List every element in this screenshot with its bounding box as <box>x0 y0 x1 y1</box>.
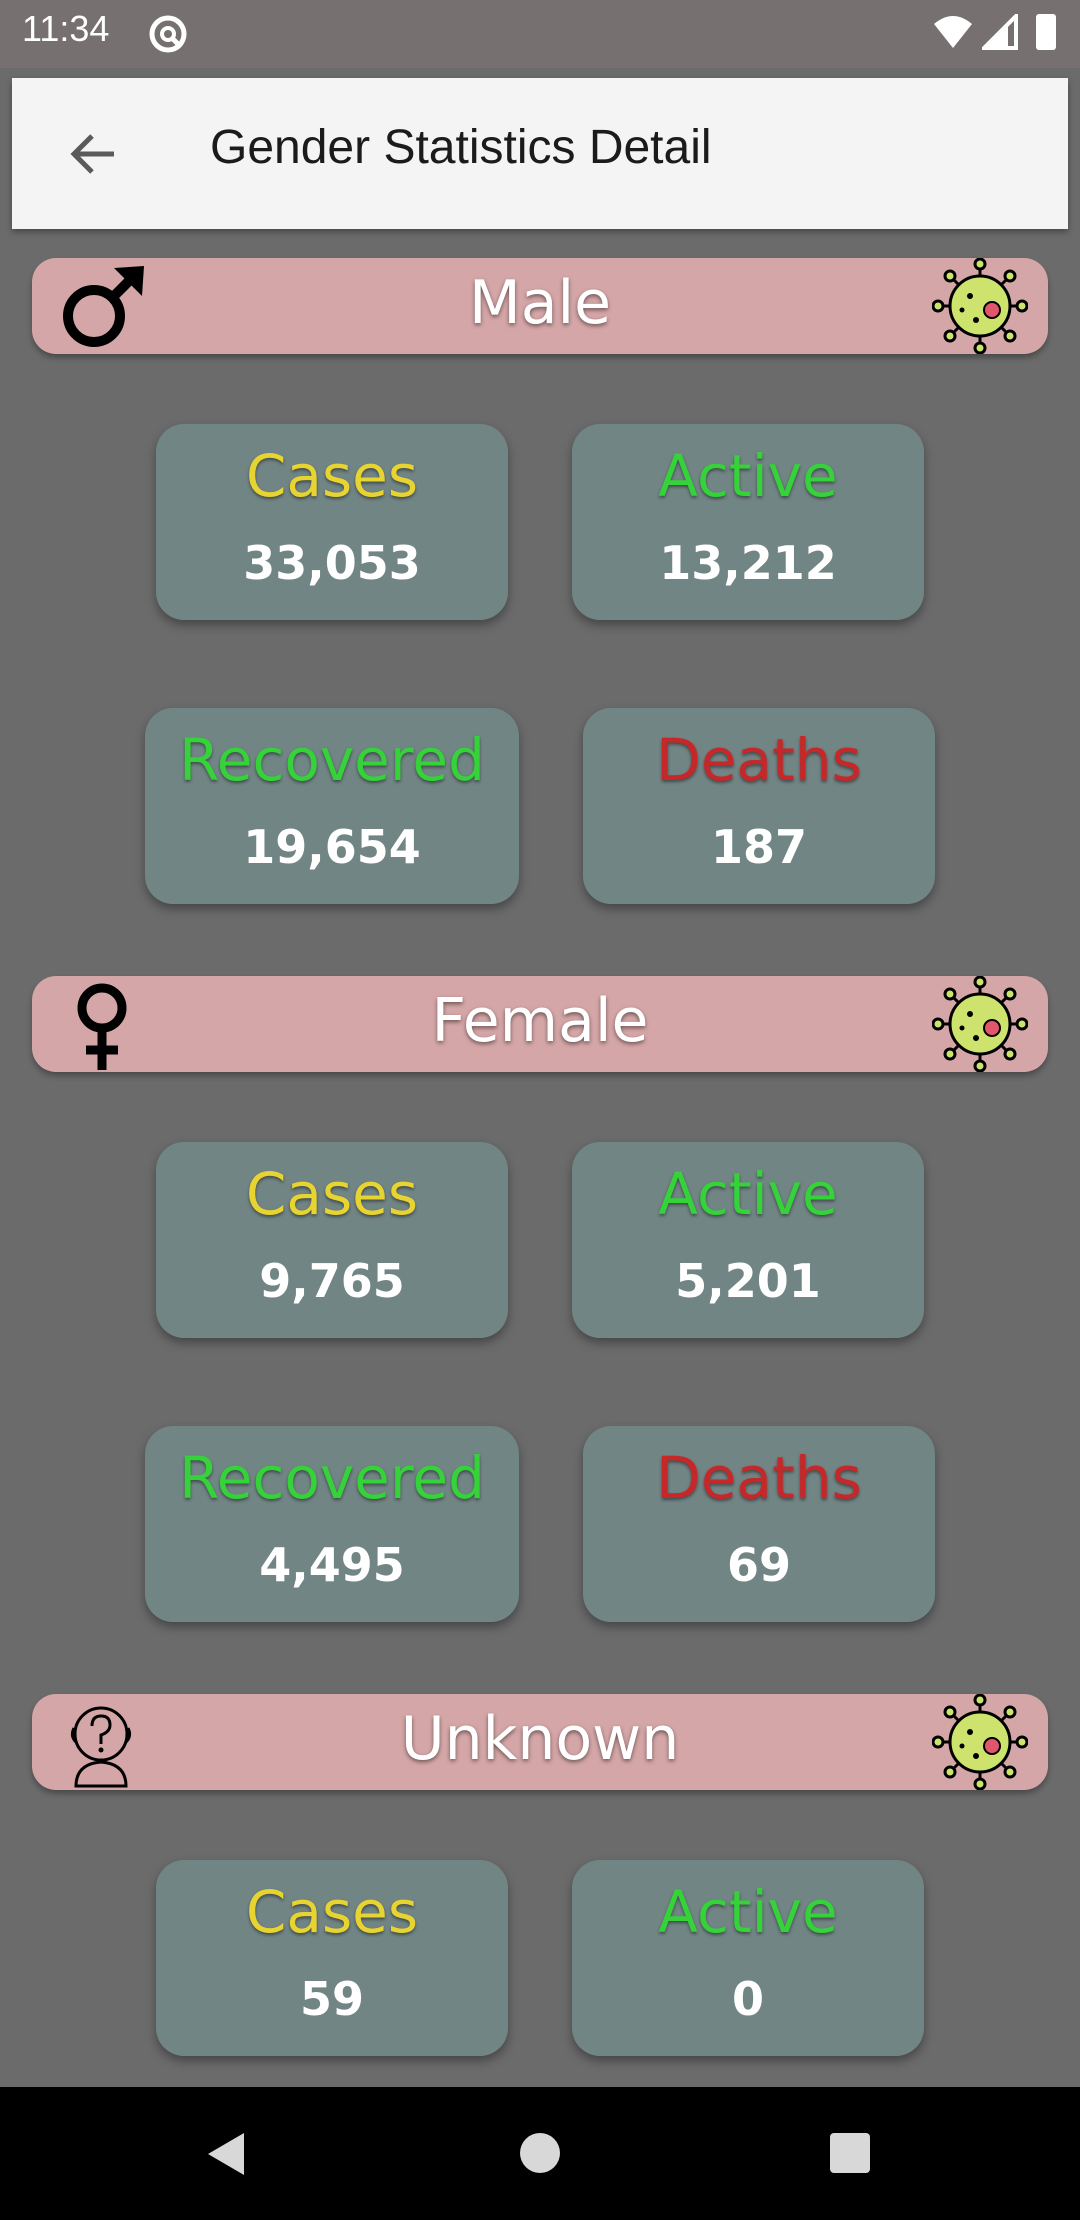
at-sign-icon <box>149 15 187 53</box>
card-label: Active <box>658 442 838 510</box>
section-header-male: Male <box>32 258 1048 354</box>
app-bar: Gender Statistics Detail <box>12 78 1068 229</box>
stat-card-deaths: Deaths 69 <box>583 1426 935 1622</box>
card-value: 59 <box>299 1972 364 2026</box>
back-arrow-icon[interactable] <box>64 124 124 184</box>
card-value: 187 <box>710 820 808 874</box>
stat-card-cases: Cases 33,053 <box>156 424 508 620</box>
card-label: Recovered <box>179 726 485 794</box>
stat-card-active: Active 0 <box>572 1860 924 2056</box>
card-label: Cases <box>245 1878 419 1946</box>
card-label: Cases <box>245 442 419 510</box>
stat-card-recovered: Recovered 19,654 <box>145 708 519 904</box>
stat-card-active: Active 13,212 <box>572 424 924 620</box>
page-title: Gender Statistics Detail <box>210 121 712 174</box>
section-header-unknown: Unknown <box>32 1694 1048 1790</box>
card-value: 5,201 <box>675 1254 821 1308</box>
card-value: 0 <box>731 1972 764 2026</box>
stat-card-cases: Cases 59 <box>156 1860 508 2056</box>
card-value: 9,765 <box>259 1254 405 1308</box>
virus-icon <box>932 976 1028 1072</box>
status-time: 11:34 <box>22 8 110 49</box>
card-label: Cases <box>245 1160 419 1228</box>
card-value: 33,053 <box>243 536 421 590</box>
card-label: Deaths <box>656 726 862 794</box>
nav-back-icon[interactable] <box>206 2131 246 2177</box>
card-value: 13,212 <box>659 536 837 590</box>
stat-card-recovered: Recovered 4,495 <box>145 1426 519 1622</box>
nav-home-icon[interactable] <box>520 2133 560 2173</box>
card-value: 19,654 <box>243 820 421 874</box>
wifi-icon <box>934 16 972 48</box>
status-bar: 11:34 <box>0 0 1080 68</box>
stat-card-deaths: Deaths 187 <box>583 708 935 904</box>
stat-card-active: Active 5,201 <box>572 1142 924 1338</box>
signal-icon <box>982 14 1018 50</box>
nav-recents-icon[interactable] <box>830 2133 870 2173</box>
section-label-unknown: Unknown <box>400 1704 680 1774</box>
card-label: Deaths <box>656 1444 862 1512</box>
card-label: Active <box>658 1878 838 1946</box>
section-header-female: Female <box>32 976 1048 1072</box>
section-label-male: Male <box>468 268 612 338</box>
card-value: 69 <box>726 1538 791 1592</box>
system-nav-bar <box>0 2087 1080 2220</box>
virus-icon <box>932 258 1028 354</box>
card-value: 4,495 <box>259 1538 405 1592</box>
section-label-female: Female <box>431 986 649 1056</box>
stat-card-cases: Cases 9,765 <box>156 1142 508 1338</box>
card-label: Active <box>658 1160 838 1228</box>
battery-icon <box>1036 14 1056 50</box>
virus-icon <box>932 1694 1028 1790</box>
card-label: Recovered <box>179 1444 485 1512</box>
